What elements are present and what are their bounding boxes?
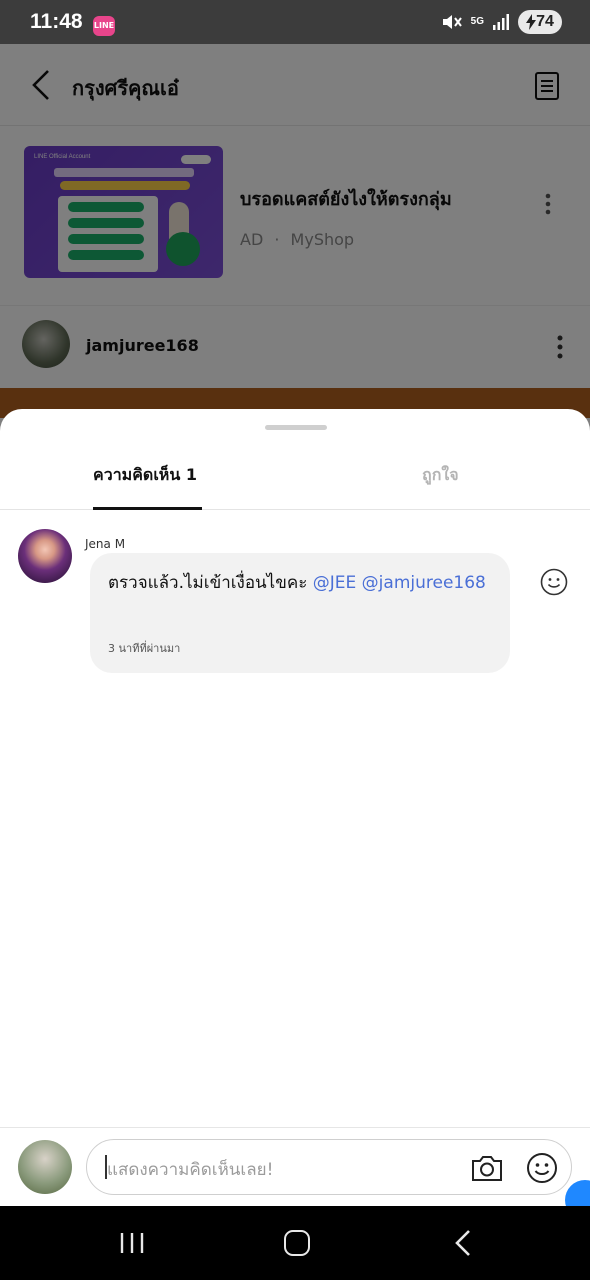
comment-bubble[interactable]: ตรวจแล้ว.ไม่เข้าเงื่อนไขคะ @JEE @jamjure… <box>90 553 510 673</box>
signal-icon <box>493 14 509 30</box>
tab-comments[interactable]: ความคิดเห็น 1 <box>93 449 202 510</box>
mention-link[interactable]: @JEE <box>313 573 357 593</box>
emoji-icon[interactable] <box>526 1152 558 1184</box>
comment-timestamp: 3 นาทีที่ผ่านมา <box>108 642 181 655</box>
camera-icon[interactable] <box>470 1152 504 1184</box>
mute-icon <box>442 15 462 29</box>
recent-apps-icon[interactable] <box>118 1231 146 1255</box>
input-placeholder: แสดงความคิดเห็นเลย! <box>107 1160 274 1180</box>
comment-body: ตรวจแล้ว.ไม่เข้าเงื่อนไขคะ <box>108 573 308 593</box>
status-bar: 11:48 LINE 5G 74 <box>0 0 590 44</box>
mention-link[interactable]: @jamjuree168 <box>362 573 486 593</box>
home-icon[interactable] <box>284 1230 310 1256</box>
status-indicators: 5G 74 <box>441 10 562 34</box>
tab-label: ถูกใจ <box>422 465 459 484</box>
system-nav-bar <box>0 1206 590 1280</box>
nav-back-icon[interactable] <box>452 1228 474 1258</box>
comment-text: ตรวจแล้ว.ไม่เข้าเงื่อนไขคะ @JEE @jamjure… <box>108 571 498 595</box>
avatar <box>18 1140 72 1194</box>
comments-sheet: ความคิดเห็น 1 ถูกใจ Jena M ตรวจแล้ว.ไม่เ… <box>0 409 590 1206</box>
battery-indicator: 74 <box>518 10 562 34</box>
avatar[interactable] <box>18 529 72 583</box>
smiley-icon[interactable] <box>540 568 568 596</box>
charging-bolt-icon <box>526 14 537 30</box>
network-type: 5G <box>470 16 484 27</box>
sheet-tabs: ความคิดเห็น 1 ถูกใจ <box>0 449 590 510</box>
status-time: 11:48 <box>30 10 83 33</box>
sheet-handle[interactable] <box>265 425 327 430</box>
comment-author[interactable]: Jena M <box>85 537 125 551</box>
tab-label: ความคิดเห็น 1 <box>93 465 197 484</box>
comment-item: Jena M ตรวจแล้ว.ไม่เข้าเงื่อนไขคะ @JEE @… <box>0 519 590 689</box>
line-app-icon: LINE <box>93 16 115 36</box>
comment-input[interactable]: แสดงความคิดเห็นเลย! <box>86 1139 572 1195</box>
comment-composer: แสดงความคิดเห็นเลย! <box>0 1127 590 1206</box>
tab-likes[interactable]: ถูกใจ <box>400 449 490 510</box>
battery-level: 74 <box>536 13 554 30</box>
